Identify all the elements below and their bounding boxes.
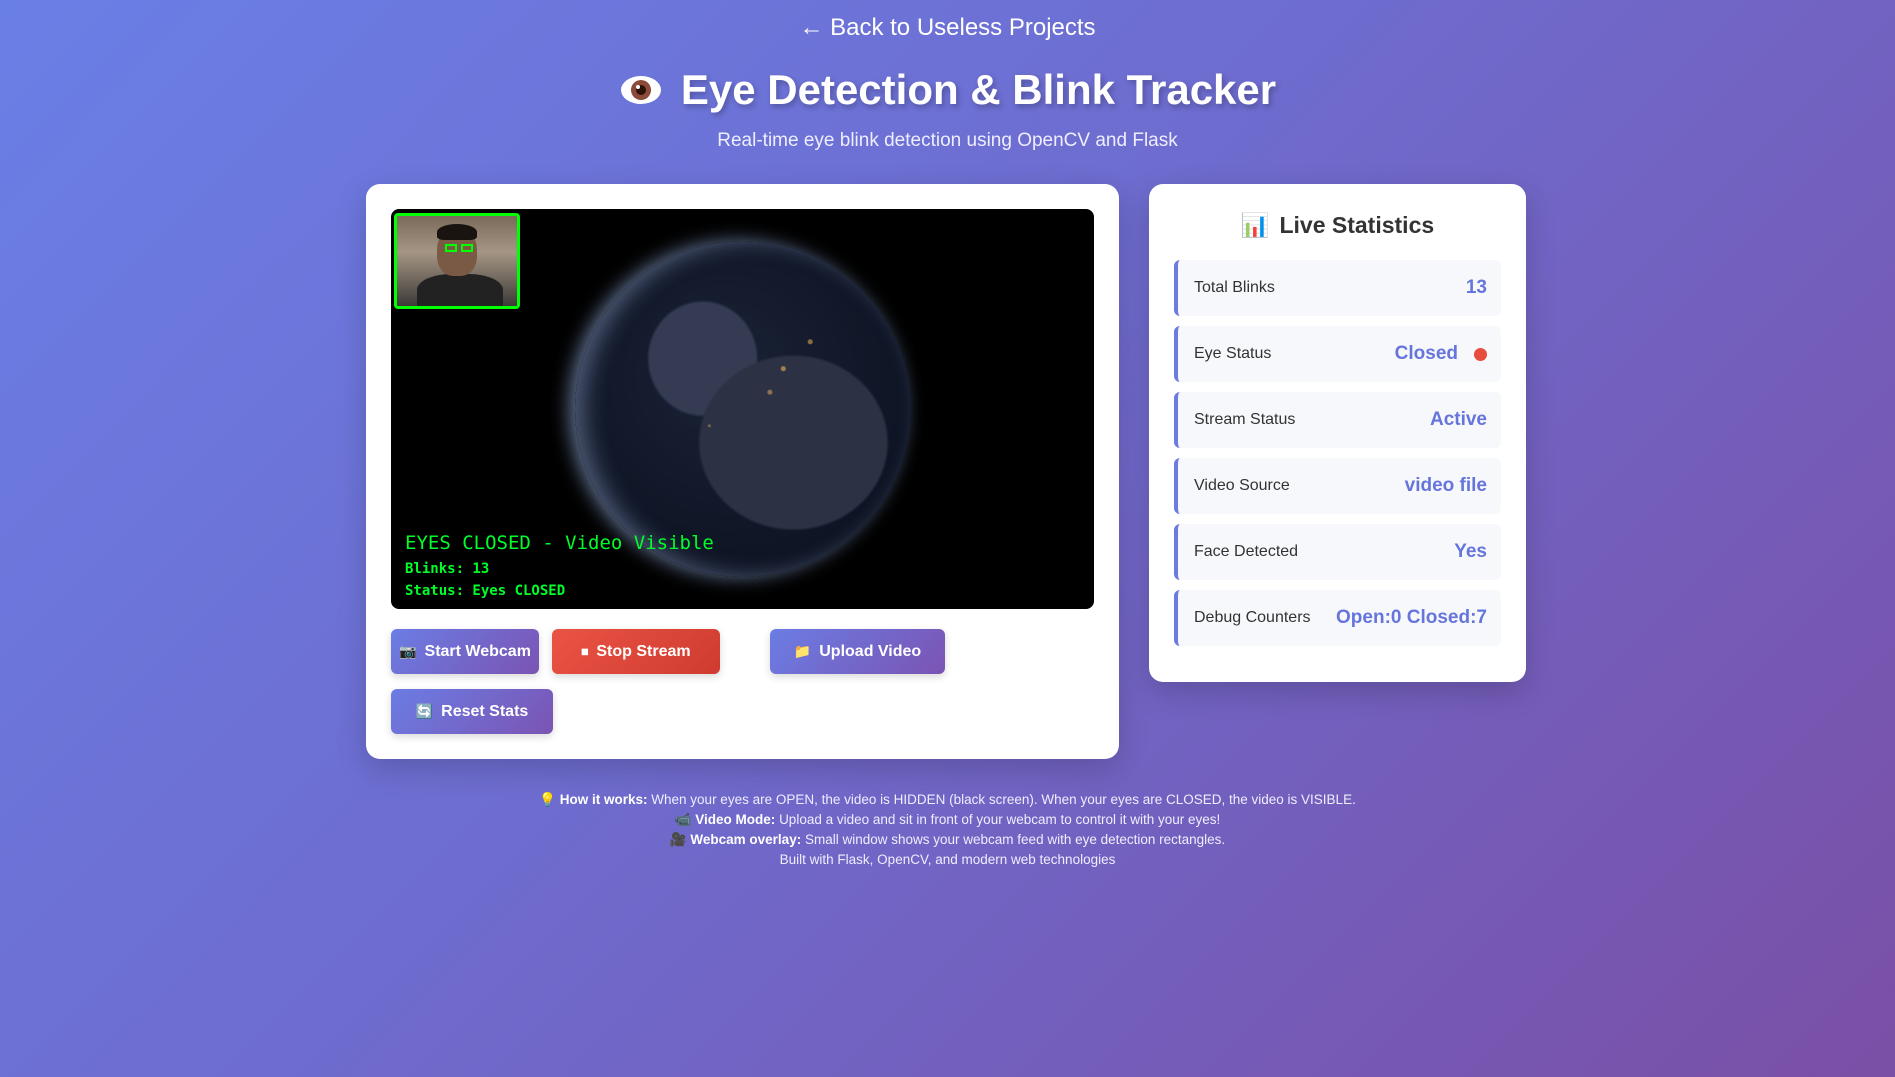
stop-stream-label: Stop Stream: [596, 642, 691, 660]
stat-label: Stream Status: [1194, 411, 1296, 428]
footer-webcam-label: Webcam overlay:: [690, 832, 802, 847]
stat-value: Active: [1429, 409, 1487, 430]
video-panel: EYES CLOSED - Video Visible Blinks: 13 S…: [366, 184, 1119, 759]
lightbulb-icon: 💡: [539, 792, 556, 807]
film-camera-icon: 🎥: [669, 832, 687, 847]
stats-title: Live Statistics: [1279, 212, 1435, 238]
webcam-overlay: [394, 213, 520, 309]
stat-eye-status: Eye Status Closed: [1174, 326, 1501, 382]
footer-how-it-works: 💡 How it works: When your eyes are OPEN,…: [0, 790, 1895, 810]
eye-detection-box-left: [445, 244, 457, 252]
folder-icon: 📁: [793, 643, 812, 659]
stat-face-detected: Face Detected Yes: [1174, 524, 1501, 580]
stat-label: Debug Counters: [1194, 609, 1311, 626]
upload-video-label: Upload Video: [819, 642, 922, 660]
reset-stats-button[interactable]: 🔄 Reset Stats: [391, 689, 553, 734]
eye-icon: [619, 73, 663, 107]
footer-how-label: How it works:: [559, 792, 648, 807]
stat-value: 13: [1465, 277, 1487, 298]
stat-value: video file: [1404, 475, 1487, 496]
stats-panel: 📊 Live Statistics Total Blinks 13 Eye St…: [1149, 184, 1526, 682]
footer-video-label: Video Mode:: [695, 812, 776, 827]
stat-value: Yes: [1454, 541, 1487, 562]
stop-stream-button[interactable]: ⏹ Stop Stream: [552, 629, 720, 674]
stat-value: Open:0 Closed:7: [1336, 607, 1487, 628]
upload-video-button[interactable]: 📁 Upload Video: [770, 629, 945, 674]
stat-total-blinks: Total Blinks 13: [1174, 260, 1501, 316]
video-camera-icon: 📹: [674, 812, 692, 827]
stat-label: Face Detected: [1194, 543, 1299, 560]
eye-detection-box-right: [461, 244, 473, 252]
camera-icon: 📷: [399, 643, 417, 659]
page-title: Eye Detection & Blink Tracker: [680, 66, 1277, 113]
overlay-blink-count: Blinks: 13: [405, 561, 490, 577]
person-hair: [437, 224, 477, 240]
stat-value-wrap: Closed: [1395, 343, 1487, 365]
overlay-main-text: EYES CLOSED - Video Visible: [405, 532, 714, 554]
page-subtitle: Real-time eye blink detection using Open…: [717, 130, 1178, 151]
footer-how-text: When your eyes are OPEN, the video is HI…: [651, 792, 1356, 807]
start-webcam-button[interactable]: 📷 Start Webcam: [391, 629, 539, 674]
footer-webcam-text: Small window shows your webcam feed with…: [804, 832, 1226, 847]
start-webcam-label: Start Webcam: [424, 642, 531, 660]
status-dot-icon: [1474, 347, 1487, 361]
footer-webcam-overlay: 🎥 Webcam overlay: Small window shows you…: [0, 830, 1895, 850]
stat-label: Total Blinks: [1194, 279, 1275, 296]
video-stream: EYES CLOSED - Video Visible Blinks: 13 S…: [391, 209, 1094, 609]
footer-built-with: Built with Flask, OpenCV, and modern web…: [779, 852, 1116, 867]
stat-label: Eye Status: [1194, 345, 1272, 362]
video-frame-earth: [575, 241, 911, 577]
overlay-eye-status: Status: Eyes CLOSED: [405, 583, 566, 599]
stat-value: Closed: [1394, 343, 1458, 364]
stat-stream-status: Stream Status Active: [1174, 392, 1501, 448]
stat-video-source: Video Source video file: [1174, 458, 1501, 514]
stat-debug-counters: Debug Counters Open:0 Closed:7: [1174, 590, 1501, 646]
footer-video-mode: 📹 Video Mode: Upload a video and sit in …: [0, 810, 1895, 830]
person-body: [417, 274, 503, 306]
stop-icon: ⏹: [581, 643, 589, 659]
footer-video-text: Upload a video and sit in front of your …: [779, 812, 1221, 827]
back-link[interactable]: ← Back to Useless Projects: [0, 14, 1895, 42]
bar-chart-icon: 📊: [1240, 212, 1270, 238]
refresh-icon: 🔄: [415, 703, 434, 719]
footer-info: 💡 How it works: When your eyes are OPEN,…: [0, 790, 1895, 870]
reset-stats-label: Reset Stats: [441, 702, 529, 720]
stat-label: Video Source: [1194, 477, 1290, 494]
stats-header: 📊 Live Statistics: [1149, 212, 1526, 239]
page-header: Eye Detection & Blink Tracker: [0, 66, 1895, 114]
